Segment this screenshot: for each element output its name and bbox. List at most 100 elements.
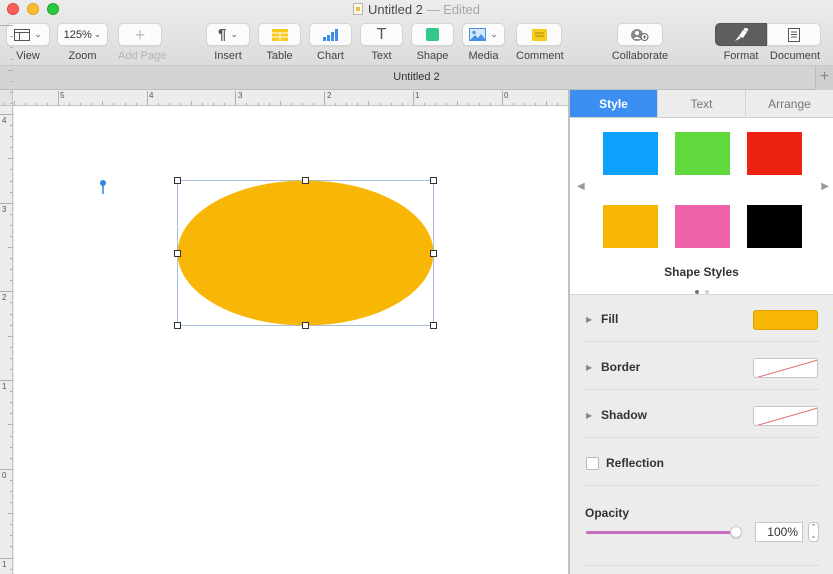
zoom-value: 125% xyxy=(63,28,92,41)
no-color-slash-icon xyxy=(756,407,817,425)
ruler-label: 3 xyxy=(238,91,243,100)
zoom-select[interactable]: 125% ⌄ xyxy=(57,23,108,46)
resize-handle-bottom-left[interactable] xyxy=(174,322,181,329)
stepper-up-icon[interactable]: ⌃ xyxy=(809,523,818,532)
shape-icon xyxy=(426,28,439,41)
border-row[interactable]: ▶ Border xyxy=(584,344,820,390)
disclosure-triangle-icon[interactable]: ▶ xyxy=(586,315,592,324)
resize-handle-bottom-right[interactable] xyxy=(430,322,437,329)
shape-button[interactable] xyxy=(411,23,454,46)
chart-button[interactable] xyxy=(309,23,352,46)
resize-handle-bottom[interactable] xyxy=(302,322,309,329)
opacity-slider-thumb[interactable] xyxy=(730,526,742,538)
page-dot[interactable] xyxy=(694,290,699,294)
insert-label: Insert xyxy=(214,50,242,62)
shadow-row[interactable]: ▶ Shadow xyxy=(584,392,820,438)
sidebar-layout-icon xyxy=(14,28,31,41)
ruler-tick xyxy=(0,557,13,559)
insert-menu[interactable]: ¶ ⌄ Insert xyxy=(206,23,250,62)
ruler-tick xyxy=(10,191,13,193)
tab-style[interactable]: Style xyxy=(570,90,658,117)
ruler-tick xyxy=(58,91,59,106)
tab-arrange[interactable]: Arrange xyxy=(746,90,833,117)
vertical-ruler[interactable]: 4 3 2 1 0 1 xyxy=(0,25,13,574)
reflection-label: Reflection xyxy=(606,456,665,470)
inspector-toggle: Format Document xyxy=(715,23,827,62)
horizontal-ruler[interactable]: 5 4 3 2 1 0 xyxy=(2,90,570,106)
insert-button[interactable]: ¶ ⌄ xyxy=(206,23,250,46)
ruler-tick xyxy=(0,380,13,382)
resize-handle-top-left[interactable] xyxy=(174,177,181,184)
text-button[interactable]: T xyxy=(360,23,403,46)
collaborate-menu[interactable]: Collaborate xyxy=(610,23,670,62)
ruler-label: 3 xyxy=(2,205,7,214)
resize-handle-left[interactable] xyxy=(174,250,181,257)
ruler-tick xyxy=(10,324,13,326)
add-page-button[interactable]: + xyxy=(118,23,162,46)
document-canvas[interactable] xyxy=(14,106,569,574)
ruler-tick xyxy=(10,125,13,127)
opacity-slider[interactable] xyxy=(586,526,742,538)
ruler-tick xyxy=(10,490,13,492)
border-color-well[interactable] xyxy=(753,358,818,378)
shape-menu[interactable]: Shape xyxy=(411,23,454,62)
tab-text[interactable]: Text xyxy=(658,90,746,117)
disclosure-triangle-icon[interactable]: ▶ xyxy=(586,411,592,420)
resize-handle-top[interactable] xyxy=(302,177,309,184)
shape-style-swatch[interactable] xyxy=(603,205,658,248)
view-button[interactable]: ⌄ xyxy=(6,23,50,46)
shape-style-swatch[interactable] xyxy=(675,205,730,248)
format-label: Format xyxy=(723,50,759,62)
document-tab[interactable]: Untitled 2 xyxy=(0,71,833,83)
add-tab-button[interactable]: + xyxy=(815,66,833,90)
resize-handle-right[interactable] xyxy=(430,250,437,257)
previous-styles-arrow-icon[interactable]: ◀ xyxy=(577,181,585,192)
text-menu[interactable]: T Text xyxy=(360,23,403,62)
opacity-slider-fill xyxy=(586,531,736,534)
chevron-down-icon: ⌄ xyxy=(230,29,238,39)
text-label: Text xyxy=(371,50,392,62)
zoom-menu[interactable]: 125% ⌄ Zoom xyxy=(57,23,108,62)
comment-menu[interactable]: Comment xyxy=(516,23,564,62)
view-label: View xyxy=(16,50,40,62)
media-image-icon xyxy=(469,28,487,41)
reflection-checkbox[interactable] xyxy=(586,457,599,470)
chevron-down-icon: ⌄ xyxy=(490,29,498,39)
shape-style-swatch[interactable] xyxy=(747,205,802,248)
format-button[interactable] xyxy=(715,23,767,46)
media-menu[interactable]: ⌄ Media xyxy=(462,23,505,62)
disclosure-triangle-icon[interactable]: ▶ xyxy=(586,363,592,372)
fill-row[interactable]: ▶ Fill xyxy=(584,296,820,342)
page-dot[interactable] xyxy=(704,290,709,294)
ruler-tick xyxy=(10,524,13,526)
comment-button[interactable] xyxy=(516,23,562,46)
shape-style-swatch[interactable] xyxy=(747,132,802,175)
stepper-down-icon[interactable]: ⌄ xyxy=(809,532,818,541)
next-styles-arrow-icon[interactable]: ▶ xyxy=(821,181,829,192)
ellipse-shape[interactable] xyxy=(177,180,434,326)
view-menu-button[interactable]: ⌄ View xyxy=(6,23,50,62)
shape-label: Shape xyxy=(416,50,449,62)
text-insertion-pin-icon[interactable] xyxy=(99,179,107,195)
media-button[interactable]: ⌄ xyxy=(462,23,505,46)
opacity-stepper[interactable]: ⌃ ⌄ xyxy=(808,522,819,542)
document-tab-bar: Untitled 2 + xyxy=(0,66,833,90)
chart-menu[interactable]: Chart xyxy=(309,23,352,62)
opacity-label: Opacity xyxy=(585,506,630,520)
ruler-label: 4 xyxy=(2,116,7,125)
table-menu[interactable]: Table xyxy=(258,23,301,62)
add-page-menu[interactable]: + Add Page xyxy=(118,23,166,62)
border-label: Border xyxy=(601,360,641,374)
collaborate-button[interactable] xyxy=(617,23,663,46)
ruler-tick xyxy=(8,69,13,71)
shape-styles-panel: ◀ ▶ Shape Styles xyxy=(570,118,833,295)
shape-style-swatch[interactable] xyxy=(603,132,658,175)
resize-handle-top-right[interactable] xyxy=(430,177,437,184)
shadow-color-well[interactable] xyxy=(753,406,818,426)
shape-styles-label: Shape Styles xyxy=(664,265,739,279)
fill-color-well[interactable] xyxy=(753,310,818,330)
document-button[interactable] xyxy=(767,23,821,46)
opacity-field[interactable]: 100% xyxy=(755,522,803,542)
table-button[interactable] xyxy=(258,23,301,46)
shape-style-swatch[interactable] xyxy=(675,132,730,175)
